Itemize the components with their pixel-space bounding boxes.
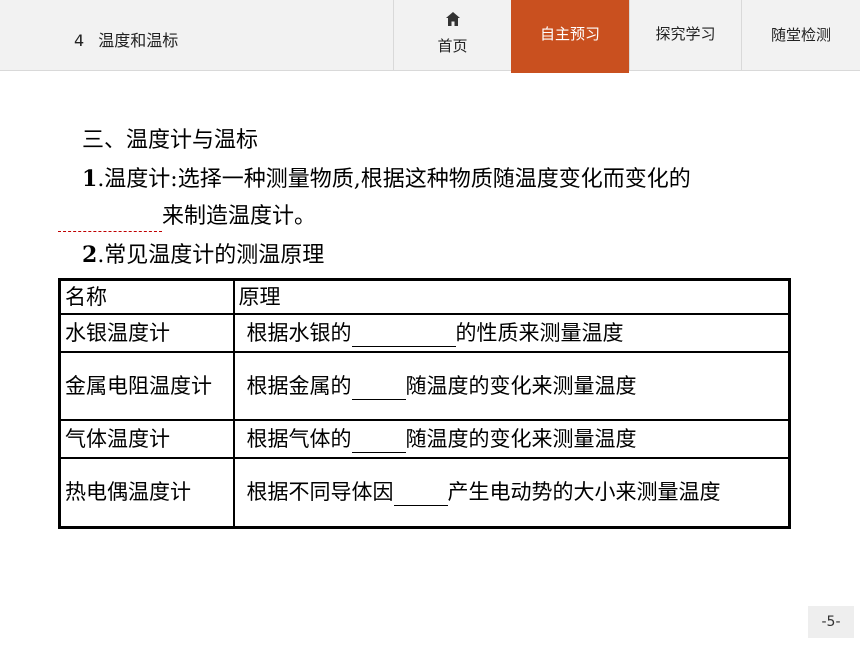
item2-number: 2 (82, 242, 98, 268)
table-header-name: 名称 (58, 278, 235, 315)
table-row: 热电偶温度计 根据不同导体因 产生电动势的大小来测量温度 (58, 456, 791, 529)
principle-pre: 根据不同导体因 (246, 480, 394, 505)
table-header-row: 名称 原理 (58, 278, 791, 315)
principle-post: 的性质来测量温度 (455, 320, 624, 345)
nav-explore-label: 探究学习 (655, 25, 716, 43)
top-nav-bar: 4 温度和温标 首页 自主预习 探究学习 随堂检测 (0, 0, 860, 73)
table-cell-name: 金属电阻温度计 (58, 350, 235, 421)
table-cell-name: 水银温度计 (58, 312, 235, 353)
answer-blank (393, 483, 448, 507)
table-cell-name: 热电偶温度计 (58, 456, 235, 529)
nav-test-tab[interactable]: 随堂检测 (741, 0, 860, 70)
principle-pre: 根据水银的 (246, 320, 352, 345)
item1-text: .温度计:选择一种测量物质,根据这种物质随温度变化而变化的 (97, 167, 691, 192)
item1-line1: 1.温度计:选择一种测量物质,根据这种物质随温度变化而变化的 (82, 164, 691, 195)
principle-post: 随温度的变化来测量温度 (405, 373, 637, 398)
nav-home-button[interactable]: 首页 (393, 0, 511, 70)
table-header-principle: 原理 (232, 278, 791, 315)
table-cell-principle: 根据不同导体因 产生电动势的大小来测量温度 (232, 456, 791, 529)
principle-post: 随温度的变化来测量温度 (405, 426, 637, 451)
nav-preview-tab[interactable]: 自主预习 (511, 0, 629, 73)
thermometer-principle-table: 名称 原理 水银温度计 根据水银的 的性质来测量温度 金属电阻温度计 根据金属的随… (58, 278, 791, 529)
table-cell-name: 气体温度计 (58, 418, 235, 459)
table-row: 金属电阻温度计 根据金属的 随温度的变化来测量温度 (58, 350, 791, 421)
nav-test-label: 随堂检测 (770, 26, 831, 44)
chapter-number: 4 (74, 31, 85, 50)
item2-text: .常见温度计的测温原理 (97, 243, 325, 268)
table-row: 气体温度计 根据气体的 随温度的变化来测量温度 (58, 418, 791, 459)
nav-explore-tab[interactable]: 探究学习 (629, 0, 741, 70)
table-cell-principle: 根据金属的 随温度的变化来测量温度 (232, 350, 791, 421)
table-row: 水银温度计 根据水银的 的性质来测量温度 (58, 312, 791, 353)
principle-post: 产生电动势的大小来测量温度 (447, 480, 721, 505)
item1-answer-blank (58, 209, 162, 232)
chapter-heading: 4 温度和温标 (74, 27, 178, 51)
section-title: 三、温度计与温标 (82, 128, 259, 153)
home-icon (446, 12, 460, 26)
chapter-title: 温度和温标 (98, 31, 179, 50)
answer-blank (351, 324, 456, 347)
answer-blank (351, 430, 406, 453)
principle-pre: 根据气体的 (246, 426, 352, 451)
item1-line2: 来制造温度计。 (58, 202, 316, 232)
item2-heading: 2.常见温度计的测温原理 (82, 240, 324, 271)
nav-preview-label: 自主预习 (539, 25, 600, 43)
item1-number: 1 (82, 166, 98, 192)
principle-pre: 根据金属的 (246, 373, 352, 398)
item1-line2-text: 来制造温度计。 (162, 204, 317, 229)
page-number: -5- (808, 606, 854, 638)
answer-blank (351, 377, 406, 400)
table-cell-principle: 根据水银的 的性质来测量温度 (232, 312, 791, 353)
nav-home-label: 首页 (437, 37, 468, 55)
table-cell-principle: 根据气体的 随温度的变化来测量温度 (232, 418, 791, 459)
